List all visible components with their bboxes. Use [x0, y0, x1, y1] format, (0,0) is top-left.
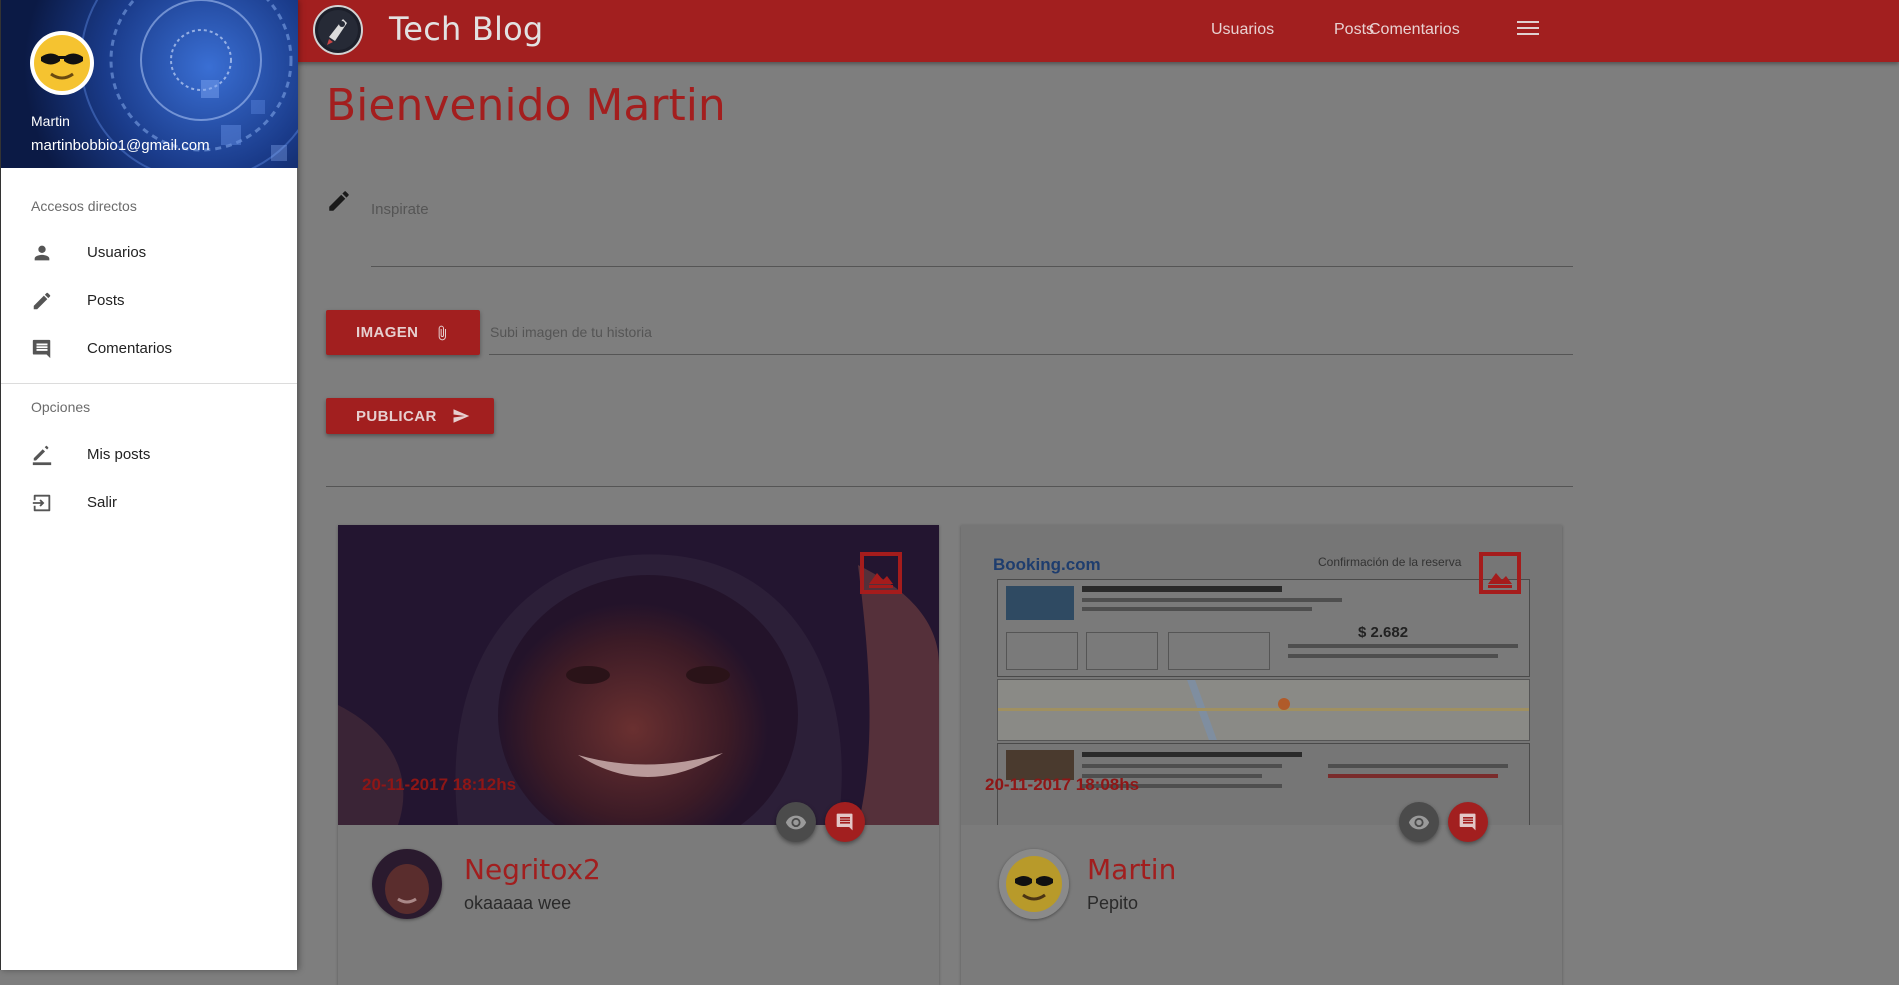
image-icon — [1478, 551, 1522, 600]
drawer-item-label: Mis posts — [87, 446, 151, 463]
drawer-item-label: Posts — [87, 292, 125, 309]
post-text: Pepito — [1087, 893, 1139, 913]
post-date: 20-11-2017 18:08hs — [985, 775, 1140, 794]
drawer-item-posts[interactable]: Posts — [1, 278, 297, 324]
eye-icon — [1408, 815, 1430, 830]
topnav-comentarios-link[interactable]: Comentarios — [1369, 21, 1460, 39]
image-icon — [859, 551, 903, 600]
topnav-posts-link[interactable]: Posts — [1334, 21, 1374, 39]
view-post-button[interactable] — [1399, 802, 1439, 842]
image-path-input[interactable] — [489, 354, 1573, 355]
drawer-section-title: Opciones — [31, 399, 91, 415]
drawer-item-label: Salir — [87, 494, 118, 511]
welcome-heading: Bienvenido Martin — [326, 80, 726, 131]
author-avatar[interactable] — [372, 849, 442, 919]
post-date: 20-11-2017 18:12hs — [362, 775, 517, 794]
drawer-item-mis-posts[interactable]: Mis posts — [1, 432, 297, 478]
comment-post-button[interactable] — [825, 802, 865, 842]
pencil-icon — [33, 292, 51, 310]
image-input-placeholder: Subi imagen de tu historia — [490, 324, 652, 340]
publish-button-label: PUBLICAR — [356, 407, 437, 425]
comment-icon — [32, 339, 51, 359]
booking-heading: Confirmación de la reserva — [1318, 555, 1462, 569]
post-card: Booking.com Confirmación de la reserva $… — [961, 525, 1562, 985]
topnav-usuarios-link[interactable]: Usuarios — [1211, 21, 1274, 39]
hamburger-menu-icon[interactable] — [1517, 21, 1539, 39]
post-author[interactable]: Negritox2 — [464, 853, 601, 886]
story-placeholder: Inspirate — [371, 201, 429, 218]
image-button-label: IMAGEN — [356, 324, 419, 341]
story-textarea[interactable] — [371, 196, 1573, 267]
exit-icon — [32, 494, 51, 512]
drawer-divider — [1, 383, 297, 384]
drawer-item-salir[interactable]: Salir — [1, 480, 297, 526]
author-avatar[interactable] — [999, 849, 1069, 919]
post-text: okaaaaa wee — [464, 893, 572, 913]
attach-icon — [439, 325, 447, 340]
drawer-item-usuarios[interactable]: Usuarios — [1, 230, 297, 276]
comment-icon — [1459, 813, 1476, 831]
publish-button[interactable]: PUBLICAR — [326, 398, 494, 434]
post-author[interactable]: Martin — [1087, 853, 1176, 886]
booking-price: $ 2.682 — [1358, 624, 1409, 641]
app-logo[interactable] — [313, 5, 363, 55]
user-email: martinbobbio1@gmail.com — [31, 137, 210, 154]
edit-underline-icon — [32, 445, 52, 466]
drawer-item-comentarios[interactable]: Comentarios — [1, 326, 297, 372]
user-name: Martin — [31, 113, 70, 129]
eye-icon — [785, 815, 807, 830]
comment-post-button[interactable] — [1448, 802, 1488, 842]
view-post-button[interactable] — [776, 802, 816, 842]
send-icon — [453, 409, 469, 423]
drawer-section-title: Accesos directos — [31, 198, 137, 214]
pencil-icon — [326, 188, 352, 219]
drawer-item-label: Usuarios — [87, 244, 147, 261]
booking-summary: $ 2.682 — [997, 579, 1530, 677]
person-icon — [34, 245, 50, 261]
booking-map — [997, 679, 1530, 741]
drawer-item-label: Comentarios — [87, 340, 173, 357]
drawer-header: Martin martinbobbio1@gmail.com — [1, 0, 298, 168]
app-title[interactable]: Tech Blog — [389, 10, 543, 48]
booking-brand: Booking.com — [993, 555, 1101, 574]
section-divider — [326, 486, 1573, 487]
navigation-drawer: Martin martinbobbio1@gmail.com Accesos d… — [0, 0, 298, 970]
post-card: 20-11-2017 18:12hs Negritox2 okaaaaa wee — [338, 525, 939, 985]
user-avatar[interactable] — [29, 30, 95, 96]
image-upload-button[interactable]: IMAGEN — [326, 310, 480, 355]
comment-icon — [836, 813, 853, 831]
